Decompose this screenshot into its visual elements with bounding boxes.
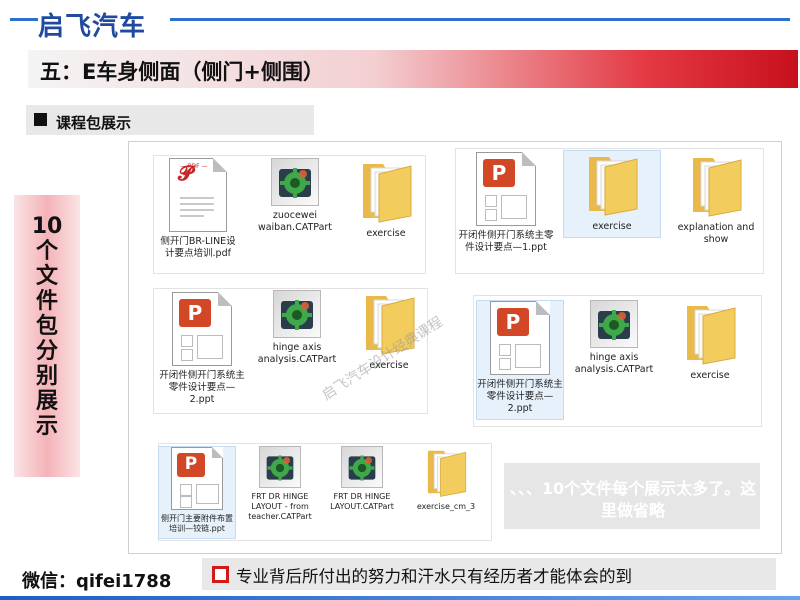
catpart-file-item[interactable]: hinge axis analysis.CATPart — [255, 290, 339, 366]
file-name-label: 开闭件侧开门系统主零件设计要点—1.ppt — [458, 230, 554, 253]
ppt-file-item[interactable]: P 开闭件侧开门系统主零件设计要点—2.ppt — [476, 300, 564, 420]
footer-motto: 专业背后所付出的努力和汗水只有经历者才能体会的到 — [236, 567, 632, 586]
folder-icon — [423, 446, 469, 498]
catpart-gear-icon — [590, 300, 638, 348]
folder-icon — [357, 158, 415, 224]
pdf-file-icon: — PDF — 𝓟 — [169, 158, 227, 232]
ppt-file-icon: P — [476, 152, 536, 226]
catpart-file-item[interactable]: zuocewei waiban.CATPart — [252, 158, 338, 234]
file-name-label: hinge axis analysis.CATPart — [257, 342, 337, 365]
folder-file-item[interactable]: exercise — [563, 150, 661, 238]
ppt-file-icon: P — [172, 292, 232, 366]
file-name-label: 开闭件侧开门系统主零件设计要点—2.ppt — [477, 379, 563, 414]
pdf-file-item[interactable]: — PDF — 𝓟 侧开门BR-LINE设计要点培训.pdf — [156, 158, 240, 260]
page-title: 五：E车身侧面（侧门+侧围） — [40, 60, 324, 84]
folder-icon — [583, 151, 641, 217]
folder-file-item[interactable]: explanation and show — [670, 152, 762, 246]
brand-underline-right — [170, 18, 790, 21]
catpart-gear-icon — [273, 290, 321, 338]
note-text: 、、、10个文件每个展示太多了。这里做省略 — [509, 479, 757, 520]
brand-underline-left — [10, 18, 38, 21]
file-name-label: exercise — [366, 228, 406, 239]
catpart-file-item[interactable]: FRT DR HINGE LAYOUT.CATPart — [326, 446, 398, 512]
ppt-file-item[interactable]: P 侧开门主要附件布置培训—铰链.ppt — [158, 446, 236, 540]
file-name-label: FRT DR HINGE LAYOUT - from teacher.CATPa… — [248, 492, 312, 521]
file-name-label: 侧开门BR-LINE设计要点培训.pdf — [160, 236, 236, 259]
file-name-label: 开闭件侧开门系统主零件设计要点—2.ppt — [159, 370, 245, 405]
file-name-label: 侧开门主要附件布置培训—铰链.ppt — [161, 514, 233, 534]
side-banner-text: 10 个文件包分别展示 — [31, 214, 63, 439]
file-name-label: zuocewei waiban.CATPart — [257, 210, 333, 233]
hollow-square-bullet-icon — [212, 566, 229, 583]
file-name-label: exercise_cm_3 — [416, 502, 476, 511]
catpart-gear-icon — [271, 158, 319, 206]
file-name-label: exercise — [690, 370, 730, 381]
ppt-file-item[interactable]: P 开闭件侧开门系统主零件设计要点—2.ppt — [158, 292, 246, 406]
file-name-label: FRT DR HINGE LAYOUT.CATPart — [330, 492, 394, 511]
catpart-gear-icon — [341, 446, 383, 488]
catpart-gear-icon — [259, 446, 301, 488]
section-title: 课程包展示 — [56, 114, 132, 132]
folder-file-item[interactable]: exercise — [346, 158, 426, 240]
ppt-file-item[interactable]: P 开闭件侧开门系统主零件设计要点—1.ppt — [458, 152, 554, 254]
catpart-file-item[interactable]: FRT DR HINGE LAYOUT - from teacher.CATPa… — [244, 446, 316, 522]
bottom-accent-line — [0, 596, 800, 600]
square-bullet-icon — [34, 113, 47, 126]
ppt-file-icon: P — [171, 447, 223, 511]
file-name-label: exercise — [592, 221, 632, 232]
folder-icon — [681, 300, 739, 366]
file-name-label: hinge axis analysis.CATPart — [574, 352, 654, 375]
folder-file-item[interactable]: exercise_cm_3 — [410, 446, 482, 512]
folder-file-item[interactable]: exercise — [670, 300, 750, 382]
file-name-label: explanation and show — [677, 222, 755, 245]
ppt-file-icon: P — [490, 301, 550, 375]
folder-icon — [687, 152, 745, 218]
wechat-contact: 微信：qifei1788 — [22, 571, 172, 592]
brand-logo-text: 启飞汽车 — [38, 12, 147, 42]
catpart-file-item[interactable]: hinge axis analysis.CATPart — [572, 300, 656, 376]
